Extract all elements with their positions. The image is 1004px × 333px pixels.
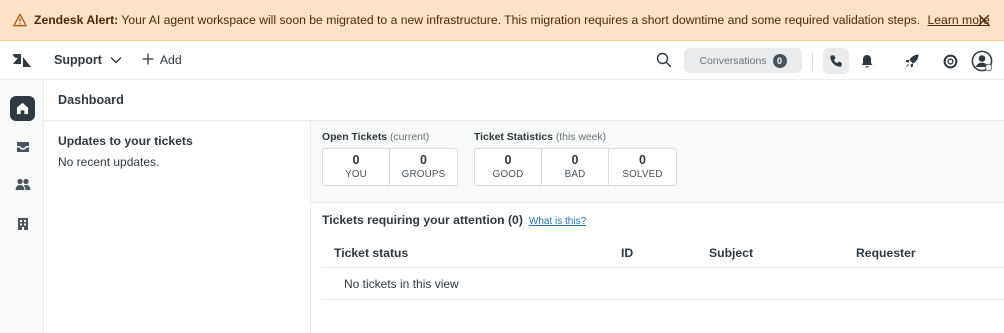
zendesk-logo-icon[interactable] [0, 41, 44, 80]
alert-banner: Zendesk Alert: Your AI agent workspace w… [0, 0, 1004, 41]
stat-value: 0 [420, 153, 427, 167]
updates-heading: Updates to your tickets [58, 134, 193, 148]
warning-icon [12, 12, 28, 28]
stat-caption: BAD [564, 169, 586, 180]
what-is-this-link[interactable]: What is this? [529, 216, 586, 227]
ticket-stats-section: Open Tickets (current) 0 YOU 0 GROUPS Ti… [311, 121, 1004, 203]
plus-icon [142, 53, 154, 68]
phone-icon[interactable] [823, 48, 849, 74]
stat-caption: GOOD [492, 169, 524, 180]
alert-title: Zendesk Alert: [34, 13, 119, 27]
user-avatar-icon[interactable] [969, 48, 995, 74]
rocket-icon[interactable] [899, 48, 925, 74]
stat-value: 0 [352, 153, 360, 167]
stat-solved[interactable]: 0 SOLVED [609, 149, 676, 185]
column-ticket-status[interactable]: Ticket status [334, 246, 408, 260]
bell-icon[interactable] [854, 48, 880, 74]
users-icon[interactable] [10, 172, 35, 197]
updates-empty-text: No recent updates. [58, 155, 160, 169]
attention-heading: Tickets requiring your attention (0) [322, 213, 523, 227]
stat-value: 0 [571, 153, 579, 167]
column-subject[interactable]: Subject [709, 246, 753, 260]
stat-good[interactable]: 0 GOOD [475, 149, 542, 185]
empty-table-text: No tickets in this view [344, 277, 459, 291]
ticket-statistics-qualifier: (this week) [555, 132, 607, 143]
column-id[interactable]: ID [621, 246, 633, 260]
stat-caption: YOU [345, 169, 367, 180]
views-icon[interactable] [10, 134, 35, 159]
help-icon[interactable] [937, 48, 963, 74]
ticket-statistics-group: Ticket Statistics (this week) 0 GOOD 0 B… [474, 132, 677, 186]
table-empty-row: No tickets in this view [322, 268, 1004, 300]
dashboard-titlebar: Dashboard [44, 80, 1004, 121]
chevron-down-icon [110, 53, 122, 67]
open-tickets-boxes: 0 YOU 0 GROUPS [322, 148, 458, 186]
left-navigation [0, 80, 44, 333]
ticket-statistics-title: Ticket Statistics [474, 132, 553, 143]
home-icon[interactable] [10, 96, 35, 121]
product-label: Support [54, 53, 102, 67]
alert-message: Your AI agent workspace will soon be mig… [121, 13, 921, 27]
stat-caption: GROUPS [401, 169, 446, 180]
stat-bad[interactable]: 0 BAD [542, 149, 609, 185]
attention-heading-row: Tickets requiring your attention (0) Wha… [322, 213, 586, 227]
open-tickets-title: Open Tickets [322, 132, 388, 143]
close-icon[interactable] [976, 12, 992, 28]
ticket-statistics-boxes: 0 GOOD 0 BAD 0 SOLVED [474, 148, 677, 186]
open-tickets-qualifier: (current) [389, 132, 430, 143]
conversations-count-badge: 0 [772, 53, 787, 68]
stat-caption: SOLVED [622, 169, 663, 180]
stat-you[interactable]: 0 YOU [323, 149, 390, 185]
conversations-label: Conversations [699, 54, 767, 67]
header-divider [812, 51, 813, 71]
updates-panel: Updates to your tickets No recent update… [44, 121, 311, 333]
organizations-icon[interactable] [10, 211, 35, 236]
open-tickets-label: Open Tickets (current) [322, 132, 458, 143]
add-button[interactable]: Add [142, 53, 182, 68]
alert-text: Zendesk Alert: Your AI agent workspace w… [34, 13, 990, 27]
search-icon[interactable] [656, 52, 674, 70]
stat-value: 0 [504, 153, 512, 167]
stat-groups[interactable]: 0 GROUPS [390, 149, 457, 185]
attention-tickets-section: Tickets requiring your attention (0) Wha… [311, 203, 1004, 333]
top-header: Support Add Conversations 0 [0, 41, 1004, 80]
page-title: Dashboard [58, 93, 124, 107]
stat-value: 0 [639, 153, 646, 167]
add-label: Add [159, 53, 182, 67]
column-requester[interactable]: Requester [856, 246, 916, 260]
open-tickets-group: Open Tickets (current) 0 YOU 0 GROUPS [322, 132, 458, 186]
ticket-statistics-label: Ticket Statistics (this week) [474, 132, 677, 143]
product-switcher[interactable]: Support [54, 53, 122, 67]
table-header: Ticket status ID Subject Requester [322, 235, 1004, 268]
conversations-button[interactable]: Conversations 0 [684, 48, 802, 73]
